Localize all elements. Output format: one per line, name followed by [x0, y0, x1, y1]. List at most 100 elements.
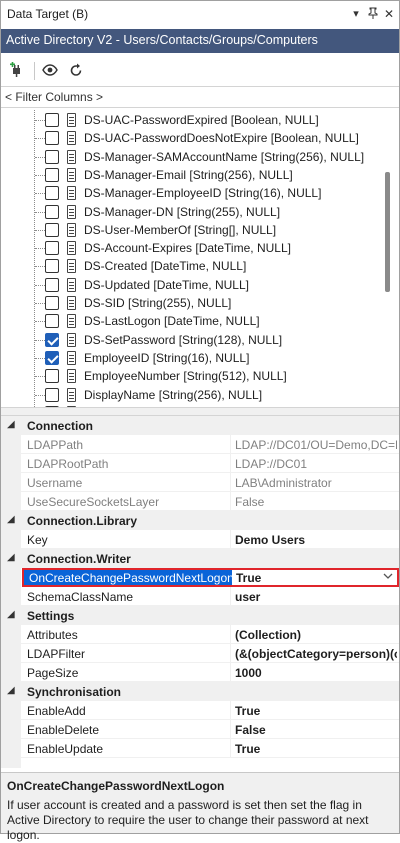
column-divider — [230, 530, 231, 549]
property-category[interactable]: ◢ Connection.Library — [1, 511, 399, 530]
property-row[interactable]: Username LAB\Administrator — [21, 473, 399, 492]
property-category[interactable]: ◢ Settings — [1, 606, 399, 625]
column-checkbox[interactable] — [45, 314, 59, 329]
column-row[interactable]: DS-UAC-PasswordDoesNotExpire [Boolean, N… — [1, 129, 381, 147]
column-checkbox[interactable] — [45, 387, 59, 402]
column-row[interactable]: DS-Created [DateTime, NULL] — [1, 257, 381, 275]
column-row[interactable]: DS-Updated [DateTime, NULL] — [1, 276, 381, 294]
column-row[interactable]: DS-Manager-Email [String(256), NULL] — [1, 166, 381, 184]
property-row[interactable]: Key Demo Users — [21, 530, 399, 549]
category-label: Synchronisation — [27, 685, 122, 699]
property-row[interactable]: EnableAdd True — [21, 701, 399, 720]
column-checkbox[interactable] — [45, 369, 59, 384]
property-value[interactable]: user — [235, 590, 397, 604]
property-value[interactable]: 1000 — [235, 666, 397, 680]
column-checkbox[interactable] — [45, 186, 59, 201]
property-value[interactable]: (&(objectCategory=person)(objectClass=us… — [235, 647, 397, 661]
column-checkbox[interactable] — [45, 222, 59, 237]
property-row[interactable]: SchemaClassName user — [21, 587, 399, 606]
column-label: DS-UAC-PasswordDoesNotExpire [Boolean, N… — [84, 131, 359, 146]
column-checkbox[interactable] — [45, 204, 59, 219]
eye-icon — [42, 62, 58, 81]
property-row[interactable]: Attributes (Collection) — [21, 625, 399, 644]
column-field-icon — [67, 387, 76, 402]
tree-branch — [35, 321, 45, 323]
column-row[interactable]: DS-UAC-PasswordExpired [Boolean, NULL] — [1, 111, 381, 129]
column-divider — [230, 625, 231, 644]
collapse-chevron-icon[interactable]: ◢ — [7, 419, 15, 430]
filter-columns-input[interactable]: < Filter Columns > — [1, 86, 399, 108]
column-divider — [230, 454, 231, 473]
property-row[interactable]: EnableDelete False — [21, 720, 399, 739]
column-row[interactable]: DS-Manager-EmployeeID [String(16), NULL] — [1, 184, 381, 202]
column-checkbox[interactable] — [45, 113, 59, 127]
collapse-chevron-icon[interactable]: ◢ — [7, 514, 15, 525]
tree-branch — [35, 284, 45, 286]
column-label: DS-Updated [DateTime, NULL] — [84, 277, 249, 292]
column-checkbox[interactable] — [45, 131, 59, 146]
property-value[interactable]: False — [235, 723, 397, 737]
property-row[interactable]: LDAPPath LDAP://DC01/OU=Demo,DC=LAB — [21, 435, 399, 454]
column-checkbox[interactable] — [45, 167, 59, 182]
property-value[interactable]: True — [236, 571, 398, 585]
pin-icon[interactable] — [366, 7, 380, 21]
column-row[interactable]: DS-SetPassword [String(128), NULL] — [1, 331, 381, 349]
property-value[interactable]: True — [235, 742, 397, 756]
add-connection-button[interactable] — [6, 60, 28, 82]
dropdown-arrow-icon[interactable]: ▾ — [349, 7, 363, 21]
tree-branch — [35, 156, 45, 158]
preview-button[interactable] — [39, 60, 61, 82]
property-category[interactable]: ◢ Synchronisation — [1, 682, 399, 701]
category-label: Connection — [27, 419, 93, 433]
column-list: DS-UAC-PasswordExpired [Boolean, NULL] DS… — [1, 110, 399, 407]
column-checkbox[interactable] — [45, 332, 59, 347]
column-label: DS-Manager-Email [String(256), NULL] — [84, 167, 293, 182]
scrollbar-thumb[interactable] — [385, 172, 390, 292]
property-value[interactable]: (Collection) — [235, 628, 397, 642]
property-value[interactable]: False — [235, 495, 397, 509]
column-label: DS-LastLogon [DateTime, NULL] — [84, 314, 260, 329]
property-row[interactable]: PageSize 1000 — [21, 663, 399, 682]
column-checkbox[interactable] — [45, 259, 59, 274]
column-row[interactable]: DS-Manager-SAMAccountName [String(256), … — [1, 148, 381, 166]
chevron-down-icon[interactable] — [383, 571, 393, 584]
column-row[interactable]: DS-SID [String(255), NULL] — [1, 294, 381, 312]
close-icon[interactable]: ✕ — [382, 7, 396, 21]
column-checkbox[interactable] — [45, 350, 59, 365]
category-label: Connection.Writer — [27, 552, 131, 566]
column-row[interactable]: DS-Account-Expires [DateTime, NULL] — [1, 239, 381, 257]
property-row[interactable]: OnCreateChangePasswordNextLogon True — [22, 568, 399, 587]
property-row[interactable]: LDAPFilter (&(objectCategory=person)(obje… — [21, 644, 399, 663]
column-row[interactable]: DS-LastLogon [DateTime, NULL] — [1, 312, 381, 330]
property-value[interactable]: True — [235, 704, 397, 718]
refresh-button[interactable] — [65, 60, 87, 82]
column-row[interactable]: DS-User-MemberOf [String[], NULL] — [1, 221, 381, 239]
property-category[interactable]: ◢ Connection — [1, 416, 399, 435]
column-row[interactable]: DisplayName [String(256), NULL] — [1, 386, 381, 404]
property-name: EnableAdd — [27, 704, 86, 718]
column-checkbox[interactable] — [45, 149, 59, 164]
property-category[interactable]: ◢ Connection.Writer — [1, 549, 399, 568]
column-field-icon — [67, 241, 76, 256]
property-value[interactable]: LDAP://DC01 — [235, 457, 397, 471]
column-row[interactable]: EmployeeID [String(16), NULL] — [1, 349, 381, 367]
property-name: UseSecureSocketsLayer — [27, 495, 160, 509]
property-value[interactable]: Demo Users — [235, 533, 397, 547]
collapse-chevron-icon[interactable]: ◢ — [7, 609, 15, 620]
collapse-chevron-icon[interactable]: ◢ — [7, 685, 15, 696]
pane-splitter[interactable] — [1, 407, 399, 416]
property-value[interactable]: LAB\Administrator — [235, 476, 397, 490]
column-checkbox[interactable] — [45, 296, 59, 310]
property-row[interactable]: LDAPRootPath LDAP://DC01 — [21, 454, 399, 473]
column-row[interactable]: EmployeeNumber [String(512), NULL] — [1, 367, 381, 385]
property-row[interactable]: EnableUpdate True — [21, 739, 399, 758]
column-checkbox[interactable] — [45, 241, 59, 256]
column-divider — [230, 587, 231, 606]
property-row[interactable]: UseSecureSocketsLayer False — [21, 492, 399, 511]
property-value[interactable]: LDAP://DC01/OU=Demo,DC=LAB — [235, 438, 397, 452]
collapse-chevron-icon[interactable]: ◢ — [7, 552, 15, 563]
property-grid-gutter — [1, 416, 21, 768]
column-row[interactable]: DS-Manager-DN [String(255), NULL] — [1, 203, 381, 221]
column-label: DS-SetPassword [String(128), NULL] — [84, 332, 283, 347]
column-checkbox[interactable] — [45, 277, 59, 292]
